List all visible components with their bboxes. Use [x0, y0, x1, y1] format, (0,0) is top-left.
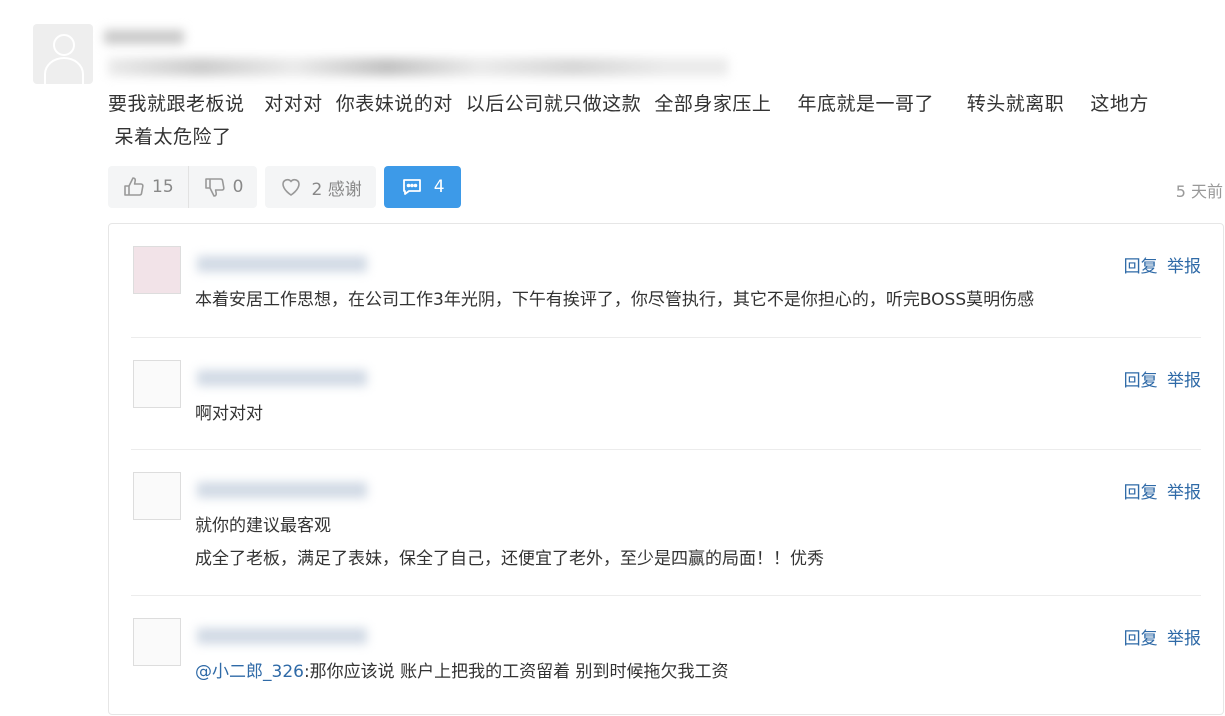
- reply-item: 回复 举报 本着安居工作思想，在公司工作3年光阴，下午有挨评了，你尽管执行，其它…: [131, 224, 1201, 337]
- like-button[interactable]: 15: [108, 166, 188, 208]
- quoted-text-blurred: [108, 58, 728, 76]
- reply-text-body: :那你应该说 账户上把我的工资留着 别到时候拖欠我工资: [303, 662, 729, 682]
- reply-text: 啊对对对: [195, 404, 263, 424]
- mention-link[interactable]: @小二郎_326: [195, 662, 304, 682]
- thanks-button[interactable]: 2 感谢: [265, 166, 376, 208]
- reply-item: 回复 举报 就你的建议最客观 成全了老板，满足了表妹，保全了自己，还便宜了老外，…: [131, 449, 1201, 596]
- report-link[interactable]: 举报: [1167, 483, 1201, 503]
- comment-bubble-icon: [402, 179, 421, 195]
- comment-time: 5 天前: [1175, 182, 1223, 201]
- reply-item: 回复 举报 @小二郎_326:那你应该说 账户上把我的工资留着 别到时候拖欠我工…: [131, 595, 1201, 716]
- dislike-count: 0: [232, 177, 244, 197]
- thumbs-up-icon: [124, 177, 144, 196]
- reply-item: 回复 举报 啊对对对: [131, 337, 1201, 450]
- reply-username-blurred[interactable]: [197, 256, 367, 272]
- reply-username-blurred[interactable]: [197, 370, 367, 386]
- reply-text-line: 成全了老板，满足了表妹，保全了自己，还便宜了老外，至少是四赢的局面！！优秀: [195, 549, 824, 569]
- reply-username-blurred[interactable]: [197, 628, 367, 644]
- reply-text: 就你的建议最客观 成全了老板，满足了表妹，保全了自己，还便宜了老外，至少是四赢的…: [195, 510, 824, 576]
- reply-text: 本着安居工作思想，在公司工作3年光阴，下午有挨评了，你尽管执行，其它不是你担心的…: [195, 290, 1035, 310]
- comment-body: 要我就跟老板说 对对对 你表妹说的对 以后公司就只做这款 全部身家压上 年底就是…: [108, 93, 1149, 148]
- reply-actions: 回复 举报: [1120, 624, 1201, 649]
- reply-avatar[interactable]: [133, 360, 181, 408]
- reply-actions: 回复 举报: [1120, 252, 1201, 277]
- reply-text: @小二郎_326:那你应该说 账户上把我的工资留着 别到时候拖欠我工资: [195, 656, 729, 689]
- reply-text-line: 就你的建议最客观: [195, 516, 331, 536]
- avatar[interactable]: [33, 24, 93, 84]
- report-link[interactable]: 举报: [1167, 629, 1201, 649]
- vote-group: 15 0: [108, 166, 258, 208]
- dislike-button[interactable]: 0: [187, 166, 258, 208]
- reply-avatar[interactable]: [133, 472, 181, 520]
- thumbs-down-icon: [204, 178, 225, 197]
- heart-icon: [282, 178, 301, 196]
- reply-link[interactable]: 回复: [1124, 629, 1158, 649]
- comments-button[interactable]: 4: [383, 166, 461, 208]
- report-link[interactable]: 举报: [1167, 371, 1201, 391]
- reply-link[interactable]: 回复: [1124, 483, 1158, 503]
- thanks-label: 2 感谢: [311, 179, 362, 200]
- like-count: 15: [152, 177, 174, 197]
- comment-actions: 15 0 2 感谢 4: [108, 166, 461, 208]
- reply-link[interactable]: 回复: [1124, 371, 1158, 391]
- reply-link[interactable]: 回复: [1124, 257, 1158, 277]
- username-blurred[interactable]: [104, 30, 184, 44]
- report-link[interactable]: 举报: [1167, 257, 1201, 277]
- reply-actions: 回复 举报: [1120, 366, 1201, 391]
- reply-avatar[interactable]: [133, 246, 181, 294]
- replies-panel: 回复 举报 本着安居工作思想，在公司工作3年光阴，下午有挨评了，你尽管执行，其它…: [108, 223, 1224, 715]
- reply-username-blurred[interactable]: [197, 482, 367, 498]
- reply-avatar[interactable]: [133, 618, 181, 666]
- comment-count: 4: [433, 177, 445, 197]
- reply-actions: 回复 举报: [1120, 478, 1201, 503]
